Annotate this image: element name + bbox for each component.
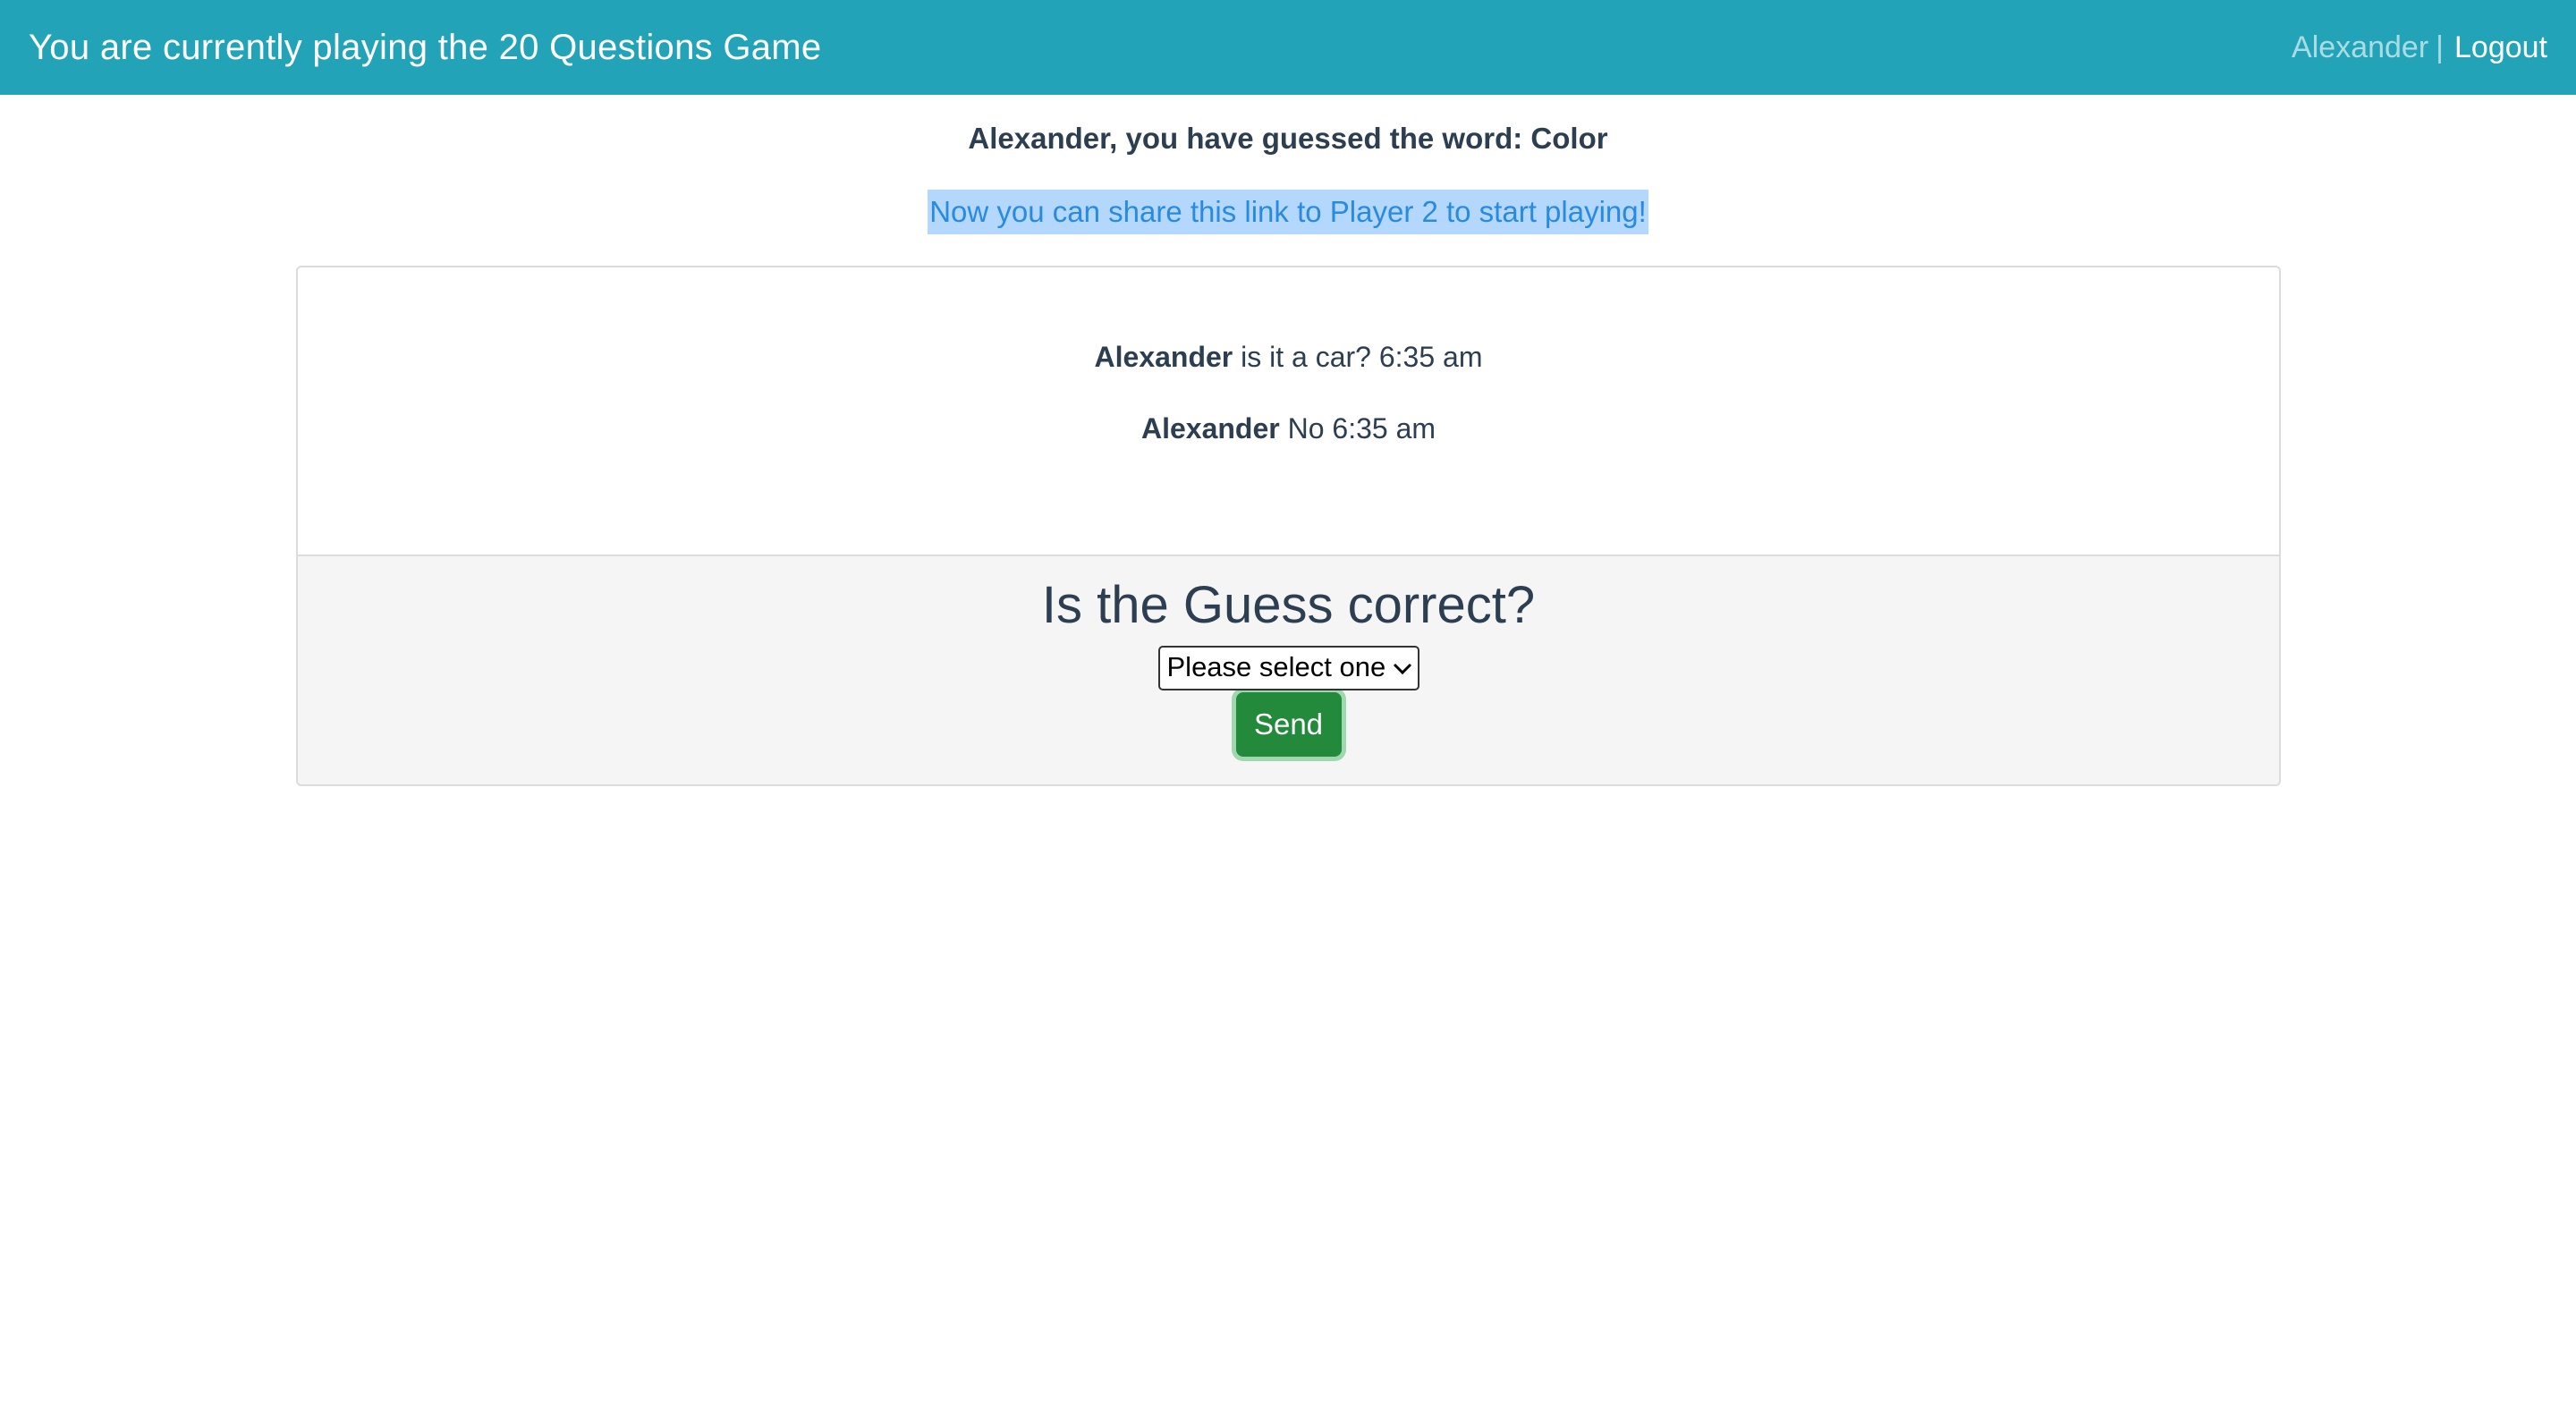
message-author: Alexander bbox=[1140, 412, 1280, 445]
nav-separator: | bbox=[2436, 30, 2444, 64]
logout-link[interactable]: Logout bbox=[2454, 30, 2547, 65]
message-time: 6:35 am bbox=[1378, 341, 1483, 373]
message-text: No bbox=[1287, 412, 1325, 445]
guess-question: Is the Guess correct? bbox=[1041, 576, 1536, 634]
guess-correct-select[interactable]: Please select one bbox=[1157, 646, 1419, 690]
chat-card: Alexander is it a car? 6:35 am Alexander… bbox=[296, 266, 2281, 786]
username: Alexander bbox=[2292, 30, 2429, 64]
guessed-word-message: Alexander, you have guessed the word: Co… bbox=[968, 122, 1608, 155]
share-link[interactable]: Now you can share this link to Player 2 … bbox=[928, 190, 1648, 234]
navbar: You are currently playing the 20 Questio… bbox=[0, 0, 2576, 95]
send-button[interactable]: Send bbox=[1235, 692, 1342, 757]
share-link-container: Now you can share this link to Player 2 … bbox=[0, 190, 2576, 234]
select-value: Please select one bbox=[1166, 651, 1386, 682]
chevron-down-icon bbox=[1393, 648, 1412, 687]
game-title: You are currently playing the 20 Questio… bbox=[29, 27, 822, 67]
guess-form: Is the Guess correct? Please select one … bbox=[298, 555, 2279, 784]
message-item: Alexander No 6:35 am bbox=[298, 411, 2279, 482]
user-menu: Alexander | Logout bbox=[2292, 30, 2547, 65]
message-author: Alexander bbox=[1094, 341, 1233, 373]
message-time: 6:35 am bbox=[1332, 412, 1436, 445]
message-list: Alexander is it a car? 6:35 am Alexander… bbox=[298, 267, 2279, 555]
message-text: is it a car? bbox=[1241, 341, 1371, 373]
message-item: Alexander is it a car? 6:35 am bbox=[298, 339, 2279, 411]
